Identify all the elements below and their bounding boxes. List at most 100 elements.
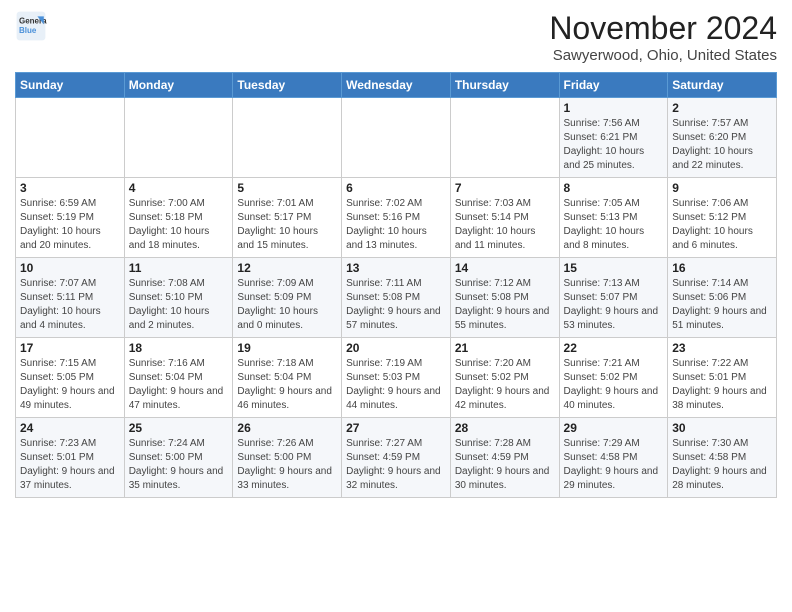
day-cell: 23Sunrise: 7:22 AM Sunset: 5:01 PM Dayli… — [668, 338, 777, 418]
day-number: 17 — [20, 341, 120, 355]
day-number: 7 — [455, 181, 555, 195]
day-number: 24 — [20, 421, 120, 435]
day-info: Sunrise: 7:00 AM Sunset: 5:18 PM Dayligh… — [129, 197, 229, 253]
day-info: Sunrise: 7:05 AM Sunset: 5:13 PM Dayligh… — [564, 197, 664, 253]
day-cell: 9 Sunrise: 7:06 AM Sunset: 5:12 PM Daylig… — [668, 178, 777, 258]
svg-text:Blue: Blue — [19, 26, 37, 35]
day-number: 12 — [237, 261, 337, 275]
day-number: 20 — [346, 341, 446, 355]
day-number: 18 — [129, 341, 229, 355]
day-info: Sunrise: 7:13 AM Sunset: 5:07 PM Dayligh… — [564, 277, 664, 333]
day-cell: 11 Sunrise: 7:08 AM Sunset: 5:10 PM Dayli… — [124, 258, 233, 338]
day-number: 25 — [129, 421, 229, 435]
day-info: Sunrise: 7:28 AM Sunset: 4:59 PM Dayligh… — [455, 437, 555, 493]
day-number: 21 — [455, 341, 555, 355]
day-info: Sunrise: 7:24 AM Sunset: 5:00 PM Dayligh… — [129, 437, 229, 493]
day-info: Sunrise: 7:56 AM Sunset: 6:21 PM Dayligh… — [564, 117, 664, 173]
weekday-header-row: SundayMondayTuesdayWednesdayThursdayFrid… — [16, 73, 777, 98]
week-row-2: 3 Sunrise: 6:59 AM Sunset: 5:19 PM Daylig… — [16, 178, 777, 258]
day-cell: 15 Sunrise: 7:13 AM Sunset: 5:07 PM Dayli… — [559, 258, 668, 338]
day-info: Sunrise: 7:30 AM Sunset: 4:58 PM Dayligh… — [672, 437, 772, 493]
day-info: Sunrise: 7:15 AM Sunset: 5:05 PM Dayligh… — [20, 357, 120, 413]
day-cell: 17 Sunrise: 7:15 AM Sunset: 5:05 PM Dayli… — [16, 338, 125, 418]
day-number: 11 — [129, 261, 229, 275]
day-info: Sunrise: 7:08 AM Sunset: 5:10 PM Dayligh… — [129, 277, 229, 333]
day-cell — [16, 98, 125, 178]
day-cell: 30 Sunrise: 7:30 AM Sunset: 4:58 PM Dayli… — [668, 418, 777, 498]
day-info: Sunrise: 7:57 AM Sunset: 6:20 PM Dayligh… — [672, 117, 772, 173]
day-cell: 20Sunrise: 7:19 AM Sunset: 5:03 PM Dayli… — [342, 338, 451, 418]
day-number: 8 — [564, 181, 664, 195]
calendar-table: SundayMondayTuesdayWednesdayThursdayFrid… — [15, 72, 777, 498]
day-cell — [450, 98, 559, 178]
day-cell: 26 Sunrise: 7:26 AM Sunset: 5:00 PM Dayli… — [233, 418, 342, 498]
day-info: Sunrise: 7:27 AM Sunset: 4:59 PM Dayligh… — [346, 437, 446, 493]
day-info: Sunrise: 7:11 AM Sunset: 5:08 PM Dayligh… — [346, 277, 446, 333]
day-cell: 4Sunrise: 7:00 AM Sunset: 5:18 PM Daylig… — [124, 178, 233, 258]
day-cell: 21 Sunrise: 7:20 AM Sunset: 5:02 PM Dayli… — [450, 338, 559, 418]
day-number: 26 — [237, 421, 337, 435]
day-cell: 14Sunrise: 7:12 AM Sunset: 5:08 PM Dayli… — [450, 258, 559, 338]
day-info: Sunrise: 7:26 AM Sunset: 5:00 PM Dayligh… — [237, 437, 337, 493]
day-cell: 5 Sunrise: 7:01 AM Sunset: 5:17 PM Daylig… — [233, 178, 342, 258]
day-cell — [342, 98, 451, 178]
day-cell: 28 Sunrise: 7:28 AM Sunset: 4:59 PM Dayli… — [450, 418, 559, 498]
day-number: 9 — [672, 181, 772, 195]
day-number: 22 — [564, 341, 664, 355]
weekday-header-wednesday: Wednesday — [342, 73, 451, 98]
day-cell: 27 Sunrise: 7:27 AM Sunset: 4:59 PM Dayli… — [342, 418, 451, 498]
day-number: 2 — [672, 101, 772, 115]
logo-icon: General Blue — [15, 10, 47, 42]
day-cell: 6 Sunrise: 7:02 AM Sunset: 5:16 PM Daylig… — [342, 178, 451, 258]
day-cell: 29 Sunrise: 7:29 AM Sunset: 4:58 PM Dayli… — [559, 418, 668, 498]
day-number: 30 — [672, 421, 772, 435]
header: General Blue November 2024 Sawyerwood, O… — [15, 10, 777, 64]
location-title: Sawyerwood, Ohio, United States — [549, 47, 777, 64]
day-cell: 1Sunrise: 7:56 AM Sunset: 6:21 PM Daylig… — [559, 98, 668, 178]
day-number: 13 — [346, 261, 446, 275]
day-number: 14 — [455, 261, 555, 275]
day-cell: 10Sunrise: 7:07 AM Sunset: 5:11 PM Dayli… — [16, 258, 125, 338]
week-row-3: 10Sunrise: 7:07 AM Sunset: 5:11 PM Dayli… — [16, 258, 777, 338]
day-info: Sunrise: 7:06 AM Sunset: 5:12 PM Dayligh… — [672, 197, 772, 253]
day-info: Sunrise: 7:16 AM Sunset: 5:04 PM Dayligh… — [129, 357, 229, 413]
day-info: Sunrise: 7:22 AM Sunset: 5:01 PM Dayligh… — [672, 357, 772, 413]
day-number: 16 — [672, 261, 772, 275]
day-number: 28 — [455, 421, 555, 435]
day-info: Sunrise: 7:20 AM Sunset: 5:02 PM Dayligh… — [455, 357, 555, 413]
weekday-header-saturday: Saturday — [668, 73, 777, 98]
day-info: Sunrise: 7:03 AM Sunset: 5:14 PM Dayligh… — [455, 197, 555, 253]
day-number: 29 — [564, 421, 664, 435]
day-cell — [124, 98, 233, 178]
day-info: Sunrise: 7:01 AM Sunset: 5:17 PM Dayligh… — [237, 197, 337, 253]
weekday-header-thursday: Thursday — [450, 73, 559, 98]
day-cell: 7 Sunrise: 7:03 AM Sunset: 5:14 PM Daylig… — [450, 178, 559, 258]
day-cell: 25 Sunrise: 7:24 AM Sunset: 5:00 PM Dayli… — [124, 418, 233, 498]
day-number: 27 — [346, 421, 446, 435]
day-cell: 3 Sunrise: 6:59 AM Sunset: 5:19 PM Daylig… — [16, 178, 125, 258]
day-info: Sunrise: 6:59 AM Sunset: 5:19 PM Dayligh… — [20, 197, 120, 253]
day-cell: 8 Sunrise: 7:05 AM Sunset: 5:13 PM Daylig… — [559, 178, 668, 258]
day-number: 6 — [346, 181, 446, 195]
day-cell: 19 Sunrise: 7:18 AM Sunset: 5:04 PM Dayli… — [233, 338, 342, 418]
day-info: Sunrise: 7:29 AM Sunset: 4:58 PM Dayligh… — [564, 437, 664, 493]
week-row-5: 24Sunrise: 7:23 AM Sunset: 5:01 PM Dayli… — [16, 418, 777, 498]
day-info: Sunrise: 7:02 AM Sunset: 5:16 PM Dayligh… — [346, 197, 446, 253]
day-cell: 22Sunrise: 7:21 AM Sunset: 5:02 PM Dayli… — [559, 338, 668, 418]
day-info: Sunrise: 7:14 AM Sunset: 5:06 PM Dayligh… — [672, 277, 772, 333]
weekday-header-tuesday: Tuesday — [233, 73, 342, 98]
day-cell: 2 Sunrise: 7:57 AM Sunset: 6:20 PM Daylig… — [668, 98, 777, 178]
day-cell: 12 Sunrise: 7:09 AM Sunset: 5:09 PM Dayli… — [233, 258, 342, 338]
day-number: 15 — [564, 261, 664, 275]
day-cell — [233, 98, 342, 178]
day-info: Sunrise: 7:18 AM Sunset: 5:04 PM Dayligh… — [237, 357, 337, 413]
day-info: Sunrise: 7:09 AM Sunset: 5:09 PM Dayligh… — [237, 277, 337, 333]
day-number: 5 — [237, 181, 337, 195]
day-number: 19 — [237, 341, 337, 355]
day-number: 10 — [20, 261, 120, 275]
weekday-header-friday: Friday — [559, 73, 668, 98]
week-row-4: 17 Sunrise: 7:15 AM Sunset: 5:05 PM Dayli… — [16, 338, 777, 418]
weekday-header-monday: Monday — [124, 73, 233, 98]
day-number: 3 — [20, 181, 120, 195]
month-title: November 2024 — [549, 10, 777, 47]
